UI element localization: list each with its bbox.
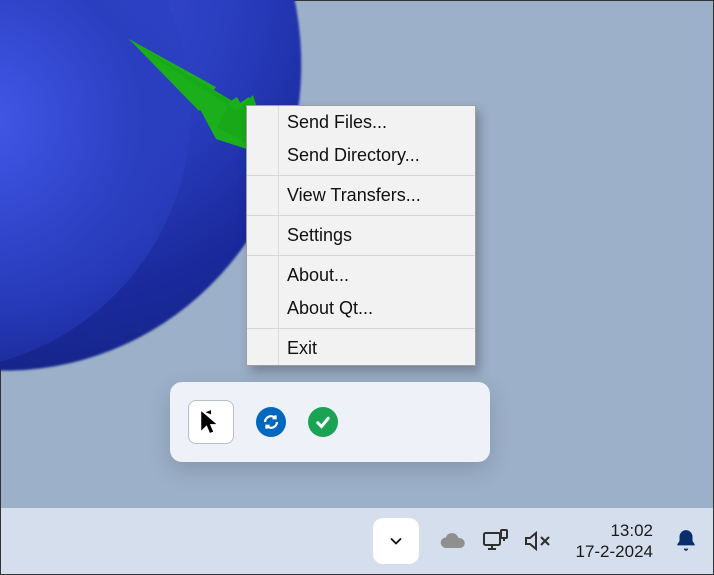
menu-item-send-files[interactable]: Send Files... bbox=[247, 106, 475, 139]
menu-item-label: Send Files... bbox=[287, 112, 387, 132]
menu-item-label: Settings bbox=[287, 225, 352, 245]
menu-item-label: View Transfers... bbox=[287, 185, 421, 205]
computer-network-icon bbox=[481, 528, 509, 554]
bell-icon bbox=[673, 528, 699, 554]
menu-item-label: About Qt... bbox=[287, 298, 373, 318]
onedrive-tray-icon[interactable] bbox=[439, 527, 467, 555]
taskbar-clock[interactable]: 13:02 17-2-2024 bbox=[575, 520, 653, 563]
volume-tray-icon[interactable] bbox=[523, 527, 551, 555]
taskbar: 13:02 17-2-2024 bbox=[1, 508, 713, 574]
notifications-button[interactable] bbox=[673, 528, 699, 554]
speaker-muted-icon bbox=[523, 529, 551, 553]
menu-item-exit[interactable]: Exit bbox=[247, 332, 475, 365]
menu-item-about[interactable]: About... bbox=[247, 259, 475, 292]
tray-overflow-button[interactable] bbox=[373, 518, 419, 564]
network-tray-icon[interactable] bbox=[481, 527, 509, 555]
menu-item-about-qt[interactable]: About Qt... bbox=[247, 292, 475, 329]
cursor-icon bbox=[198, 409, 224, 435]
tray-overflow-flyout bbox=[170, 382, 490, 462]
tray-app-icon[interactable] bbox=[188, 400, 234, 444]
check-badge-icon[interactable] bbox=[308, 407, 338, 437]
menu-item-label: Exit bbox=[287, 338, 317, 358]
menu-item-view-transfers[interactable]: View Transfers... bbox=[247, 179, 475, 216]
menu-item-label: About... bbox=[287, 265, 349, 285]
menu-item-label: Send Directory... bbox=[287, 145, 420, 165]
menu-item-settings[interactable]: Settings bbox=[247, 219, 475, 256]
chevron-down-icon bbox=[386, 531, 406, 551]
update-badge-icon[interactable] bbox=[256, 407, 286, 437]
tray-context-menu: Send Files... Send Directory... View Tra… bbox=[246, 105, 476, 366]
taskbar-date: 17-2-2024 bbox=[575, 541, 653, 562]
taskbar-time: 13:02 bbox=[575, 520, 653, 541]
menu-item-send-directory[interactable]: Send Directory... bbox=[247, 139, 475, 176]
cloud-icon bbox=[439, 531, 467, 551]
